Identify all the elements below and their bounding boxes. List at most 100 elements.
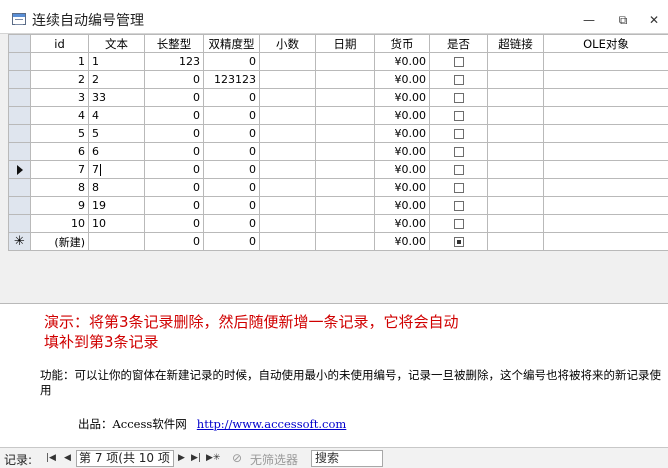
cell-double[interactable]: 0	[203, 106, 260, 125]
cell-yesno[interactable]	[429, 70, 488, 89]
cell-hyperlink[interactable]	[487, 196, 544, 215]
row-selector[interactable]	[8, 142, 31, 161]
yesno-checkbox[interactable]	[453, 93, 464, 103]
cell-decimal[interactable]	[259, 196, 316, 215]
cell-long[interactable]: 0	[144, 142, 204, 161]
row-selector[interactable]	[8, 106, 31, 125]
cell-id[interactable]: 6	[30, 142, 89, 161]
cell-yesno[interactable]	[429, 106, 488, 125]
cell-long[interactable]: 123	[144, 52, 204, 71]
cell-text[interactable]: 10	[88, 214, 145, 233]
new-cell-double[interactable]: 0	[203, 232, 260, 251]
last-record-icon[interactable]: ▶|	[191, 453, 201, 463]
cell-currency[interactable]: ¥0.00	[374, 124, 430, 143]
cell-id[interactable]: 8	[30, 178, 89, 197]
yesno-checkbox[interactable]	[453, 129, 464, 139]
restore-button[interactable]: ⧉	[612, 11, 634, 29]
cell-ole[interactable]	[543, 142, 668, 161]
cell-yesno[interactable]	[429, 214, 488, 233]
cell-text[interactable]: 19	[88, 196, 145, 215]
cell-double[interactable]: 0	[203, 88, 260, 107]
cell-long[interactable]: 0	[144, 160, 204, 179]
yesno-checkbox[interactable]	[453, 165, 464, 175]
row-selector[interactable]	[8, 124, 31, 143]
cell-currency[interactable]: ¥0.00	[374, 106, 430, 125]
yesno-checkbox[interactable]	[453, 111, 464, 121]
yesno-checkbox[interactable]	[453, 75, 464, 85]
row-selector[interactable]	[8, 88, 31, 107]
new-cell-text[interactable]	[88, 232, 145, 251]
cell-hyperlink[interactable]	[487, 160, 544, 179]
cell-decimal[interactable]	[259, 178, 316, 197]
cell-ole[interactable]	[543, 178, 668, 197]
cell-hyperlink[interactable]	[487, 106, 544, 125]
cell-id[interactable]: 4	[30, 106, 89, 125]
cell-ole[interactable]	[543, 70, 668, 89]
cell-long[interactable]: 0	[144, 70, 204, 89]
cell-long[interactable]: 0	[144, 124, 204, 143]
column-header-decimal[interactable]: 小数	[259, 34, 316, 53]
prev-record-icon[interactable]: ◀	[64, 453, 71, 463]
cell-hyperlink[interactable]	[487, 124, 544, 143]
cell-hyperlink[interactable]	[487, 142, 544, 161]
cell-hyperlink[interactable]	[487, 52, 544, 71]
cell-text[interactable]: 5	[88, 124, 145, 143]
cell-currency[interactable]: ¥0.00	[374, 70, 430, 89]
new-cell-id[interactable]: (新建)	[30, 232, 89, 251]
cell-yesno[interactable]	[429, 124, 488, 143]
cell-ole[interactable]	[543, 124, 668, 143]
cell-long[interactable]: 0	[144, 178, 204, 197]
close-button[interactable]: ✕	[643, 11, 665, 29]
cell-ole[interactable]	[543, 106, 668, 125]
cell-id[interactable]: 9	[30, 196, 89, 215]
cell-hyperlink[interactable]	[487, 178, 544, 197]
cell-yesno[interactable]	[429, 178, 488, 197]
first-record-icon[interactable]: |◀	[46, 453, 56, 463]
new-cell-currency[interactable]: ¥0.00	[374, 232, 430, 251]
new-row-selector[interactable]: ✳	[8, 232, 31, 251]
cell-id[interactable]: 10	[30, 214, 89, 233]
current-record-field[interactable]: 第 7 项(共 10 项	[76, 450, 174, 467]
cell-decimal[interactable]	[259, 160, 316, 179]
cell-double[interactable]: 0	[203, 142, 260, 161]
new-cell-ole[interactable]	[543, 232, 668, 251]
row-selector[interactable]	[8, 196, 31, 215]
column-header-hyperlink[interactable]: 超链接	[487, 34, 544, 53]
cell-decimal[interactable]	[259, 214, 316, 233]
cell-currency[interactable]: ¥0.00	[374, 52, 430, 71]
cell-date[interactable]	[315, 142, 375, 161]
cell-currency[interactable]: ¥0.00	[374, 196, 430, 215]
website-link[interactable]: http://www.accessoft.com	[197, 417, 347, 431]
cell-decimal[interactable]	[259, 142, 316, 161]
cell-date[interactable]	[315, 160, 375, 179]
new-cell-yesno[interactable]	[429, 232, 488, 251]
column-header-date[interactable]: 日期	[315, 34, 375, 53]
cell-decimal[interactable]	[259, 88, 316, 107]
cell-yesno[interactable]	[429, 88, 488, 107]
cell-decimal[interactable]	[259, 52, 316, 71]
cell-id[interactable]: 7	[30, 160, 89, 179]
cell-long[interactable]: 0	[144, 88, 204, 107]
cell-double[interactable]: 0	[203, 160, 260, 179]
cell-yesno[interactable]	[429, 142, 488, 161]
cell-ole[interactable]	[543, 160, 668, 179]
row-selector[interactable]	[8, 52, 31, 71]
cell-ole[interactable]	[543, 52, 668, 71]
cell-text[interactable]: 7	[88, 160, 145, 179]
cell-ole[interactable]	[543, 196, 668, 215]
cell-date[interactable]	[315, 52, 375, 71]
row-selector[interactable]	[8, 160, 31, 179]
cell-double[interactable]: 0	[203, 214, 260, 233]
cell-text[interactable]: 1	[88, 52, 145, 71]
cell-currency[interactable]: ¥0.00	[374, 88, 430, 107]
cell-double[interactable]: 0	[203, 178, 260, 197]
new-cell-hyperlink[interactable]	[487, 232, 544, 251]
column-header-long[interactable]: 长整型	[144, 34, 204, 53]
row-selector[interactable]	[8, 70, 31, 89]
column-header-yesno[interactable]: 是否	[429, 34, 488, 53]
cell-decimal[interactable]	[259, 106, 316, 125]
cell-id[interactable]: 5	[30, 124, 89, 143]
new-cell-date[interactable]	[315, 232, 375, 251]
cell-id[interactable]: 3	[30, 88, 89, 107]
new-record-icon[interactable]: ▶✳	[206, 453, 220, 463]
